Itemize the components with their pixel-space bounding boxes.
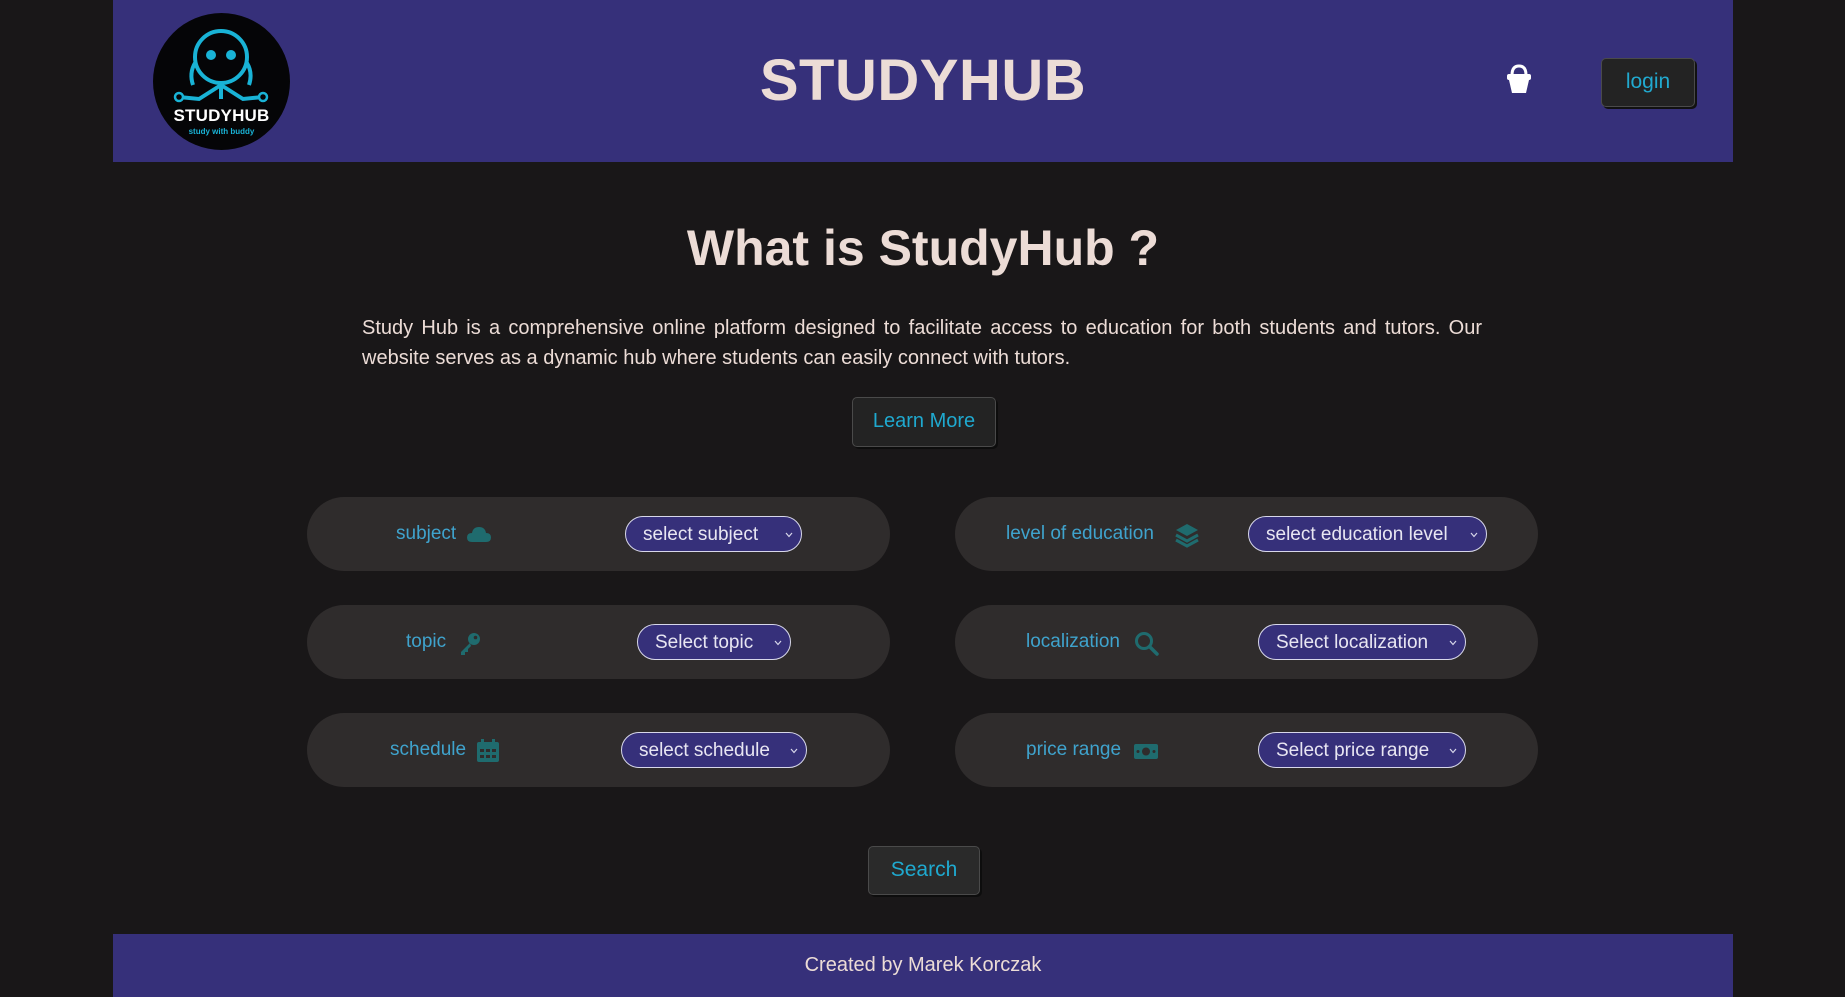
localization-filter-card: localization Select localization [955,605,1538,679]
login-button[interactable]: login [1601,58,1695,107]
schedule-filter-card: schedule select schedule [307,713,890,787]
chevron-down-icon [1449,640,1457,646]
price-filter-card: price range Select price range [955,713,1538,787]
search-icon [1135,632,1159,656]
localization-label: localization [1026,631,1120,652]
topic-filter-card: topic Select topic [307,605,890,679]
localization-select[interactable]: Select localization [1258,624,1466,660]
localization-select-value: Select localization [1276,632,1429,653]
footer: Created by Marek Korczak [113,934,1733,997]
search-button[interactable]: Search [868,846,980,895]
education-filter-card: level of education select education leve… [955,497,1538,571]
cloud-icon [467,527,491,542]
learn-more-button[interactable]: Learn More [852,397,996,447]
price-select[interactable]: Select price range [1258,732,1466,768]
subject-select[interactable]: select subject [625,516,802,552]
schedule-select-value: select schedule [639,740,770,761]
education-select[interactable]: select education level [1248,516,1487,552]
subject-filter-card: subject select subject [307,497,890,571]
calendar-icon [477,739,499,762]
footer-credit: Created by Marek Korczak [804,954,1042,976]
education-select-value: select education level [1266,524,1448,545]
layers-icon [1175,524,1199,548]
schedule-select[interactable]: select schedule [621,732,807,768]
subject-label: subject [396,523,457,544]
topic-label: topic [406,631,447,652]
topic-select-value: Select topic [655,632,754,653]
chevron-down-icon [785,532,793,538]
education-label: level of education [1006,523,1154,544]
page-heading: What is StudyHub ? [686,220,1160,276]
chevron-down-icon [774,640,782,646]
schedule-label: schedule [390,739,467,760]
header: STUDYHUB study with buddy STUDYHUB login [113,0,1733,162]
chevron-down-icon [1449,748,1457,754]
logo-subtitle: study with buddy [188,127,255,136]
key-icon [461,633,480,655]
money-icon [1134,744,1158,759]
page: STUDYHUB study with buddy STUDYHUB login… [113,0,1733,997]
intro-paragraph: Study Hub is a comprehensive online plat… [362,317,1482,369]
subject-select-value: select subject [643,524,759,545]
topic-select[interactable]: Select topic [637,624,791,660]
price-select-value: Select price range [1276,740,1430,761]
chevron-down-icon [790,748,798,754]
price-label: price range [1026,739,1122,760]
site-title: STUDYHUB [759,48,1087,113]
shopping-basket-icon[interactable] [1503,62,1535,96]
chevron-down-icon [1470,532,1478,538]
